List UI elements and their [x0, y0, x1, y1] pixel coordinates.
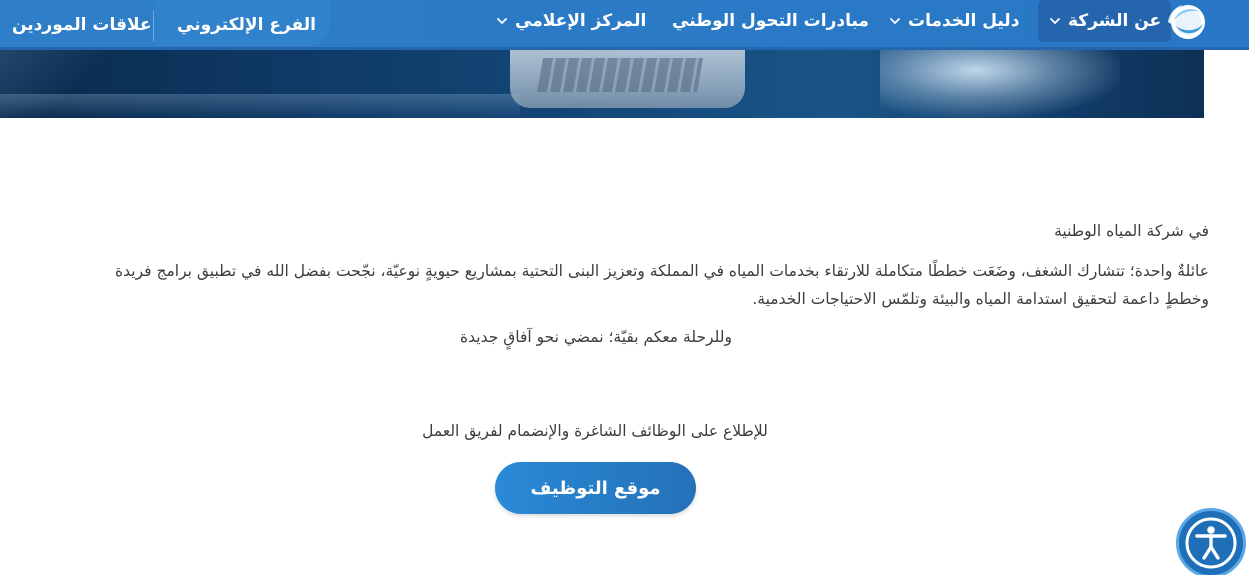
hero-highlight	[880, 50, 1120, 118]
nav-item-label: المركز الإعلامي	[515, 11, 647, 31]
hero-keyboard	[537, 58, 703, 92]
nav-divider	[153, 10, 154, 42]
nav-item-about-company[interactable]: عن الشركة	[1038, 0, 1172, 42]
nav-item-national-transformation[interactable]: مبادرات التحول الوطني	[672, 0, 869, 42]
eportal-link-label: الفرع الإلكتروني	[177, 15, 316, 35]
accessibility-button[interactable]	[1176, 508, 1246, 575]
body-line-1: عائلةٌ واحدة؛ تتشارك الشغف، وضَعَت خططًا…	[115, 262, 1209, 280]
jobs-invite-text: للإطلاع على الوظائف الشاغرة والإنضمام لف…	[422, 422, 768, 440]
nav-item-services-guide[interactable]: دليل الخدمات	[888, 0, 1019, 42]
eportal-link[interactable]: الفرع الإلكتروني	[177, 0, 316, 50]
suppliers-link[interactable]: علاقات الموردين	[12, 0, 152, 50]
hero-desk	[0, 94, 520, 118]
intro-text: في شركة المياه الوطنية	[1054, 222, 1209, 240]
chevron-down-icon	[1050, 18, 1060, 25]
careers-site-button[interactable]: موقع التوظيف	[495, 462, 696, 514]
accessibility-icon	[1185, 517, 1237, 569]
suppliers-link-label: علاقات الموردين	[12, 15, 152, 35]
nav-item-media-center[interactable]: المركز الإعلامي	[495, 0, 646, 42]
nav-item-label: مبادرات التحول الوطني	[672, 11, 869, 31]
top-navbar: الفرع الإلكتروني علاقات الموردين المركز …	[0, 0, 1249, 50]
chevron-down-icon	[497, 18, 507, 25]
chevron-down-icon	[890, 18, 900, 25]
company-logo[interactable]	[1162, 2, 1208, 42]
body-line-3: وللرحلة معكم بقيّة؛ نمضي نحو آفاقٍ جديدة	[460, 328, 732, 346]
careers-site-button-label: موقع التوظيف	[530, 477, 661, 499]
hero-image	[0, 50, 1204, 118]
nav-item-label: دليل الخدمات	[908, 11, 1020, 31]
body-line-2: وخططٍ داعمة لتحقيق استدامة المياه والبيئ…	[752, 290, 1209, 308]
nav-item-label: عن الشركة	[1068, 11, 1162, 31]
